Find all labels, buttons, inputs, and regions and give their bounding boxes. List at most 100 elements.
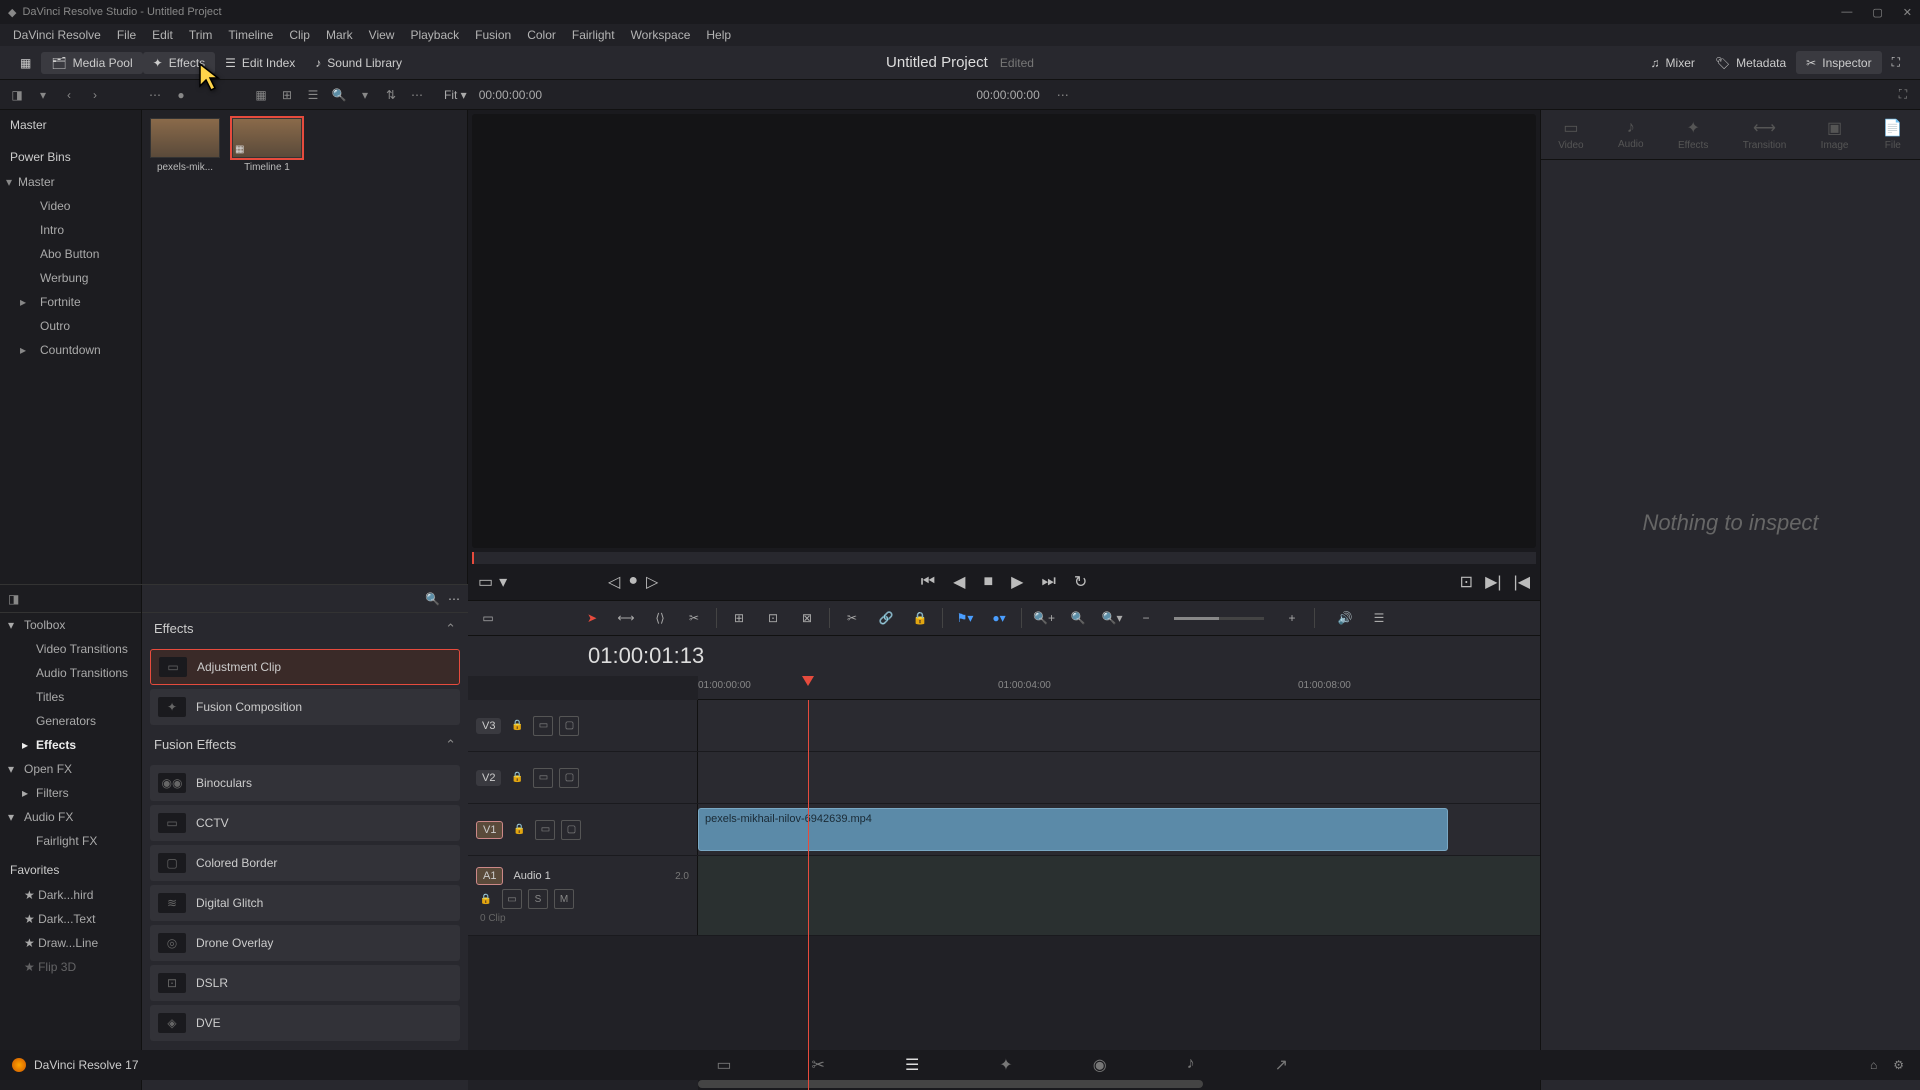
track-content-a1[interactable] xyxy=(698,856,1540,935)
fairlight-page-icon[interactable]: ♪ xyxy=(1187,1055,1195,1075)
bin-abo-button[interactable]: Abo Button xyxy=(0,242,141,266)
overwrite-icon[interactable]: ⊡ xyxy=(761,606,785,630)
viewer-canvas[interactable] xyxy=(472,114,1536,548)
track-head-a1[interactable]: A1 Audio 1 2.0 🔒 ▭ S M 0 Clip xyxy=(468,856,698,935)
link-icon[interactable]: 🔗 xyxy=(874,606,898,630)
zoom-fit-select[interactable]: Fit ▾ xyxy=(444,88,467,102)
fx-fairlight[interactable]: Fairlight FX xyxy=(0,829,141,853)
stop-icon[interactable]: ■ xyxy=(983,573,993,591)
fx-dslr[interactable]: ⊡DSLR xyxy=(150,965,460,1001)
search-chevron-icon[interactable]: ▾ xyxy=(354,84,376,106)
trim-tool-icon[interactable]: ⟷ xyxy=(614,606,638,630)
video-clip[interactable]: pexels-mikhail-nilov-6942639.mp4 xyxy=(698,808,1448,851)
viewer-mode-icon[interactable]: ▭ xyxy=(478,572,493,592)
menu-fairlight[interactable]: Fairlight xyxy=(565,28,622,42)
bin-outro[interactable]: Outro xyxy=(0,314,141,338)
marker-icon[interactable]: ●▾ xyxy=(987,606,1011,630)
more-icon[interactable]: ⋯ xyxy=(144,84,166,106)
track-head-v2[interactable]: V2 🔒 ▭ ▢ xyxy=(468,752,698,803)
timeline-ruler[interactable]: 01:00:00:00 01:00:04:00 01:00:08:00 xyxy=(698,676,1540,700)
chevron-down-icon[interactable]: ▾ xyxy=(32,84,54,106)
fx-drone-overlay[interactable]: ◎Drone Overlay xyxy=(150,925,460,961)
menu-trim[interactable]: Trim xyxy=(182,28,220,42)
bin-intro[interactable]: Intro xyxy=(0,218,141,242)
metadata-button[interactable]: 🏷 Metadata xyxy=(1705,51,1796,74)
menu-file[interactable]: File xyxy=(110,28,143,42)
media-pool-button[interactable]: 🗂 Media Pool xyxy=(41,52,142,74)
loop-icon[interactable]: ↻ xyxy=(1074,572,1087,592)
nav-back-icon[interactable]: ‹ xyxy=(58,84,80,106)
lock-icon[interactable]: 🔒 xyxy=(476,889,496,909)
bin-fortnite[interactable]: ▸Fortnite xyxy=(0,290,141,314)
track-badge-v2[interactable]: V2 xyxy=(476,770,501,786)
view-list-icon[interactable]: ☰ xyxy=(302,84,324,106)
selection-tool-icon[interactable]: ➤ xyxy=(580,606,604,630)
fx-cctv[interactable]: ▭CCTV xyxy=(150,805,460,841)
timeline-view-icon[interactable]: ▭ xyxy=(476,606,500,630)
fx-effects[interactable]: ▸Effects xyxy=(0,733,141,757)
color-page-icon[interactable]: ◉ xyxy=(1093,1055,1107,1075)
inspector-expand-icon[interactable]: ⛶ xyxy=(1892,84,1914,106)
fx-titles[interactable]: Titles xyxy=(0,685,141,709)
fav-dark-hird[interactable]: ★ Dark...hird xyxy=(0,883,141,907)
window-maximize[interactable]: ▢ xyxy=(1872,6,1882,19)
fx-digital-glitch[interactable]: ≋Digital Glitch xyxy=(150,885,460,921)
menu-edit[interactable]: Edit xyxy=(145,28,180,42)
fx-category-fusion[interactable]: Fusion Effects ⌃ xyxy=(142,729,468,761)
play-icon[interactable]: ▶ xyxy=(1011,572,1023,592)
fx-adjustment-clip[interactable]: ▭ Adjustment Clip xyxy=(150,649,460,685)
inspector-tab-file[interactable]: 📄File xyxy=(1883,118,1903,151)
zoom-full-icon[interactable]: 🔍 xyxy=(1066,606,1090,630)
settings-icon[interactable]: ⚙ xyxy=(1893,1058,1904,1072)
zoom-custom-icon[interactable]: 🔍▾ xyxy=(1100,606,1124,630)
inspector-tab-effects[interactable]: ✦Effects xyxy=(1678,118,1708,151)
fx-audiofx[interactable]: ▾Audio FX xyxy=(0,805,141,829)
track-head-v1[interactable]: V1 🔒 ▭ ▢ xyxy=(468,804,698,855)
blade-edit-icon[interactable]: ✂ xyxy=(840,606,864,630)
inspector-button[interactable]: ✂ Inspector xyxy=(1796,51,1881,74)
auto-select-icon[interactable]: ▭ xyxy=(533,716,553,736)
solo-icon[interactable]: S xyxy=(528,889,548,909)
fx-options-icon[interactable]: ⋯ xyxy=(448,592,460,606)
prev-keyframe-icon[interactable]: ◁ xyxy=(608,572,620,592)
cut-page-icon[interactable]: ✂ xyxy=(812,1055,825,1075)
dynamic-trim-icon[interactable]: ⟨⟩ xyxy=(648,606,672,630)
track-content-v1[interactable]: pexels-mikhail-nilov-6942639.mp4 xyxy=(698,804,1540,855)
zoom-in-icon[interactable]: + xyxy=(1280,606,1304,630)
fav-draw-line[interactable]: ★ Draw...Line xyxy=(0,931,141,955)
home-icon[interactable]: ⌂ xyxy=(1870,1058,1877,1072)
window-minimize[interactable]: — xyxy=(1841,6,1852,19)
clip-thumbnail[interactable]: pexels-mik... xyxy=(150,118,220,173)
lock-icon[interactable]: 🔒 xyxy=(908,606,932,630)
fx-toolbox[interactable]: ▾Toolbox xyxy=(0,613,141,637)
track-content-v2[interactable] xyxy=(698,752,1540,803)
menu-help[interactable]: Help xyxy=(699,28,738,42)
record-icon[interactable]: ● xyxy=(170,84,192,106)
menu-davinci[interactable]: DaVinci Resolve xyxy=(6,28,108,42)
disable-icon[interactable]: ▢ xyxy=(559,768,579,788)
menu-view[interactable]: View xyxy=(362,28,402,42)
nav-fwd-icon[interactable]: › xyxy=(84,84,106,106)
view-thumb-icon[interactable]: ⊞ xyxy=(276,84,298,106)
fx-search-icon[interactable]: 🔍 xyxy=(425,592,440,606)
flag-icon[interactable]: ⚑▾ xyxy=(953,606,977,630)
fx-binoculars[interactable]: ◉◉Binoculars xyxy=(150,765,460,801)
inspector-tab-video[interactable]: ▭Video xyxy=(1558,118,1583,151)
bin-video[interactable]: Video xyxy=(0,194,141,218)
play-reverse-icon[interactable]: ◀ xyxy=(953,572,965,592)
playhead-icon[interactable] xyxy=(802,676,814,686)
viewer-mode-chevron-icon[interactable]: ▾ xyxy=(499,572,507,592)
bin-master[interactable]: ▾Master xyxy=(0,170,141,194)
lock-icon[interactable]: 🔒 xyxy=(507,768,527,788)
next-edit-icon[interactable]: ▶| xyxy=(1485,572,1501,592)
disable-icon[interactable]: ▢ xyxy=(561,820,581,840)
menu-timeline[interactable]: Timeline xyxy=(221,28,280,42)
viewer-options-icon[interactable]: ⋯ xyxy=(1052,84,1074,106)
fx-filters[interactable]: ▸Filters xyxy=(0,781,141,805)
lock-icon[interactable]: 🔒 xyxy=(507,716,527,736)
timeline-thumbnail[interactable]: ▦ Timeline 1 xyxy=(232,118,302,173)
lock-icon[interactable]: 🔒 xyxy=(509,820,529,840)
master-bin-header[interactable]: Master xyxy=(0,110,141,140)
timeline-options-icon[interactable]: ☰ xyxy=(1367,606,1391,630)
bin-werbung[interactable]: Werbung xyxy=(0,266,141,290)
